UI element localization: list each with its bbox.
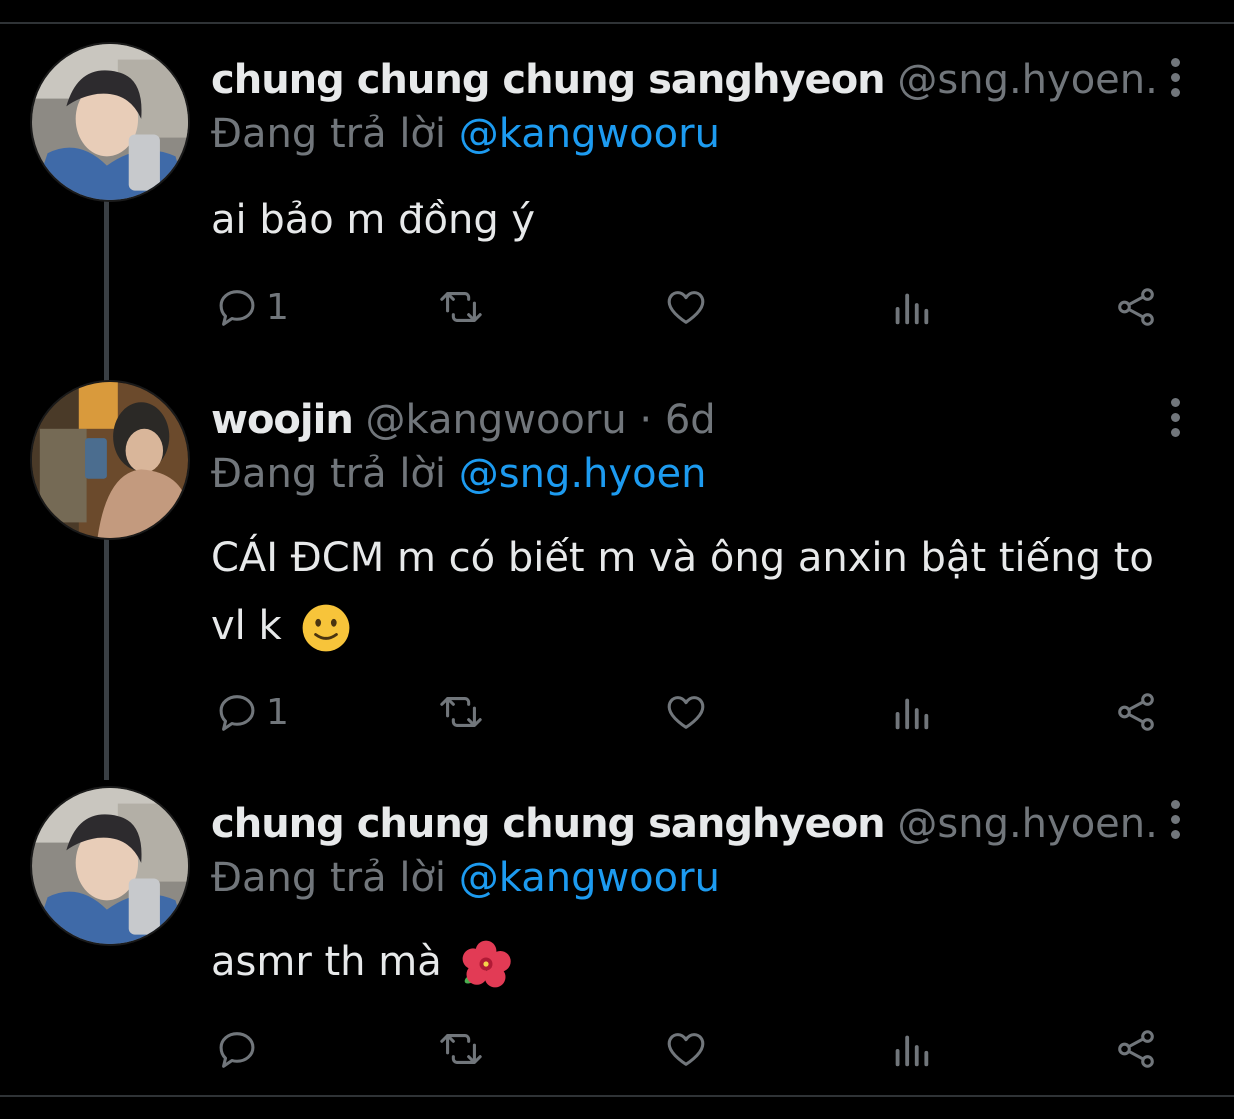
views-button[interactable] <box>888 687 934 737</box>
tweet-text-content: ai bảo m đồng ý <box>211 197 536 243</box>
replying-to-mention[interactable]: @kangwooru <box>459 111 720 157</box>
avatar-photo <box>32 788 188 944</box>
tweet-header: chung chung chung sanghyeon @sng.hyoen..… <box>211 796 1154 852</box>
tweet-text: CÁI ĐCM m có biết m và ông anxin bật tiế… <box>211 524 1194 660</box>
more-icon[interactable] <box>1168 58 1182 98</box>
slightly-smiling-face-icon <box>302 604 350 652</box>
reply-icon <box>219 290 255 326</box>
reply-count: 1 <box>266 286 289 328</box>
avatar[interactable] <box>30 42 190 202</box>
user-handle[interactable]: @sng.hyoen... <box>897 57 1154 103</box>
replying-to-label: Đang trả lời <box>211 451 447 497</box>
replying-to: Đang trả lời @kangwooru <box>211 106 720 162</box>
more-icon[interactable] <box>1168 398 1182 438</box>
hibiscus-icon <box>463 940 512 988</box>
user-handle[interactable]: @kangwooru · 6d <box>366 397 716 443</box>
retweet-button[interactable] <box>438 687 484 737</box>
views-icon <box>895 293 929 325</box>
more-icon[interactable] <box>1168 800 1182 840</box>
tweet[interactable]: woojin @kangwooru · 6d Đang trả lời @sng… <box>0 380 1234 752</box>
tweet-text: ai bảo m đồng ý <box>211 186 1194 254</box>
display-name[interactable]: chung chung chung sanghyeon <box>211 801 886 847</box>
replying-to: Đang trả lời @sng.hyoen <box>211 446 707 502</box>
display-name[interactable]: woojin <box>211 397 354 443</box>
tweet-header: woojin @kangwooru · 6d <box>211 392 1154 448</box>
share-button[interactable] <box>1113 282 1159 332</box>
tweet-text: asmr th mà <box>211 928 1194 996</box>
top-divider <box>0 22 1234 24</box>
display-name[interactable]: chung chung chung sanghyeon <box>211 57 886 103</box>
retweet-button[interactable] <box>438 1024 484 1074</box>
user-handle[interactable]: @sng.hyoen... <box>897 801 1154 847</box>
reply-button[interactable] <box>214 1024 266 1074</box>
tweet[interactable]: chung chung chung sanghyeon @sng.hyoen..… <box>0 786 1234 1086</box>
tweet[interactable]: chung chung chung sanghyeon @sng.hyoen..… <box>0 42 1234 342</box>
views-icon <box>895 698 929 730</box>
tweet-actions <box>0 1024 1234 1074</box>
views-button[interactable] <box>888 1024 934 1074</box>
share-icon <box>1118 693 1154 731</box>
like-icon <box>667 1033 705 1066</box>
like-icon <box>667 696 705 729</box>
tweet-actions: 1 <box>0 282 1234 332</box>
reply-icon <box>219 695 255 731</box>
bottom-divider <box>0 1095 1234 1097</box>
tweet-text-content: CÁI ĐCM m có biết m và ông anxin bật tiế… <box>211 535 1154 649</box>
like-icon <box>667 291 705 324</box>
avatar-photo <box>32 382 188 538</box>
tweet-actions: 1 <box>0 687 1234 737</box>
reply-icon <box>219 1032 255 1068</box>
like-button[interactable] <box>663 687 709 737</box>
replying-to-label: Đang trả lời <box>211 855 447 901</box>
views-icon <box>895 1035 929 1067</box>
replying-to-mention[interactable]: @kangwooru <box>459 855 720 901</box>
reply-button[interactable]: 1 <box>214 687 289 737</box>
share-icon <box>1118 1030 1154 1068</box>
replying-to: Đang trả lời @kangwooru <box>211 850 720 906</box>
like-button[interactable] <box>663 282 709 332</box>
retweet-button[interactable] <box>438 282 484 332</box>
avatar[interactable] <box>30 380 190 540</box>
avatar-photo <box>32 44 188 200</box>
reply-count: 1 <box>266 691 289 733</box>
replying-to-mention[interactable]: @sng.hyoen <box>459 451 707 497</box>
views-button[interactable] <box>888 282 934 332</box>
retweet-icon <box>440 292 482 322</box>
retweet-icon <box>440 1034 482 1064</box>
tweet-text-content: asmr th mà <box>211 939 442 985</box>
share-button[interactable] <box>1113 1024 1159 1074</box>
share-icon <box>1118 288 1154 326</box>
like-button[interactable] <box>663 1024 709 1074</box>
replying-to-label: Đang trả lời <box>211 111 447 157</box>
retweet-icon <box>440 697 482 727</box>
reply-button[interactable]: 1 <box>214 282 289 332</box>
tweet-header: chung chung chung sanghyeon @sng.hyoen..… <box>211 52 1154 108</box>
share-button[interactable] <box>1113 687 1159 737</box>
avatar[interactable] <box>30 786 190 946</box>
